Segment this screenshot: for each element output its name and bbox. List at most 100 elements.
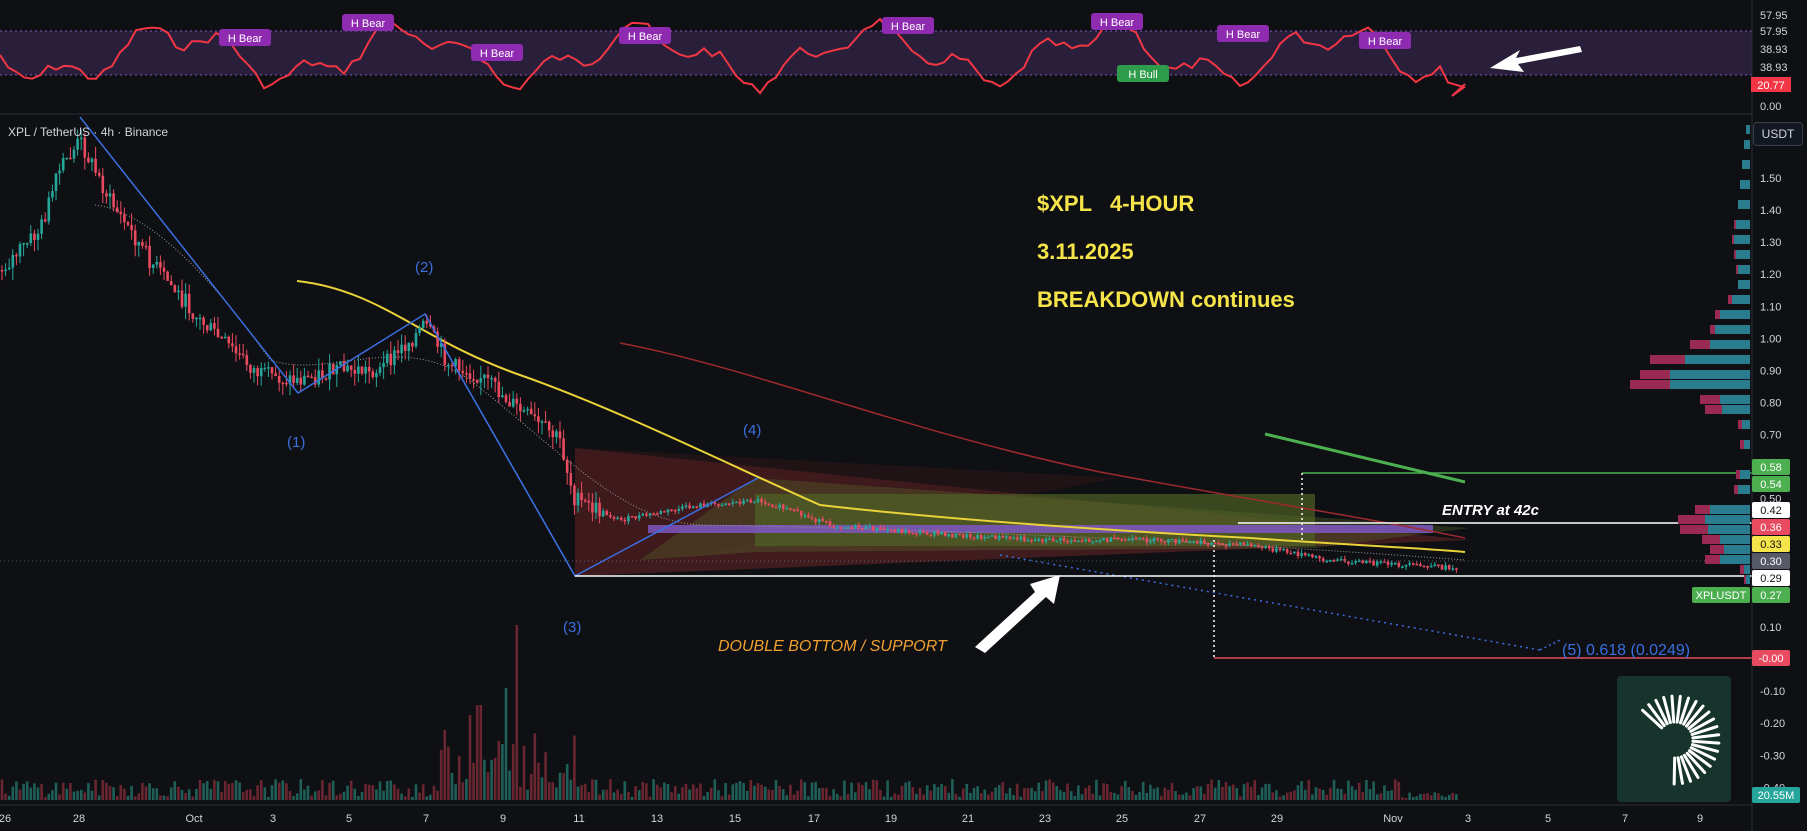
candle-body bbox=[468, 373, 472, 379]
volume-bar bbox=[1091, 793, 1095, 800]
volume-bar bbox=[25, 781, 29, 800]
volume-bar bbox=[479, 705, 483, 800]
volume-bar bbox=[223, 781, 227, 800]
candle-body bbox=[22, 243, 25, 245]
candle-body bbox=[472, 378, 475, 381]
unit-button[interactable]: USDT bbox=[1753, 122, 1803, 146]
candle-body bbox=[1437, 564, 1440, 567]
volume-bar bbox=[191, 796, 195, 800]
volume-bar bbox=[22, 783, 25, 800]
volume-bar bbox=[537, 762, 540, 800]
candle-body bbox=[1375, 561, 1379, 566]
candle-body bbox=[1152, 537, 1156, 542]
candle-body bbox=[972, 537, 976, 539]
volume-bar bbox=[1001, 782, 1005, 800]
volume-bar bbox=[717, 790, 720, 800]
wave-label-1: (1) bbox=[287, 434, 305, 451]
candle-body bbox=[1120, 539, 1123, 541]
candle-body bbox=[40, 219, 43, 234]
candle-body bbox=[688, 505, 691, 509]
candle-body bbox=[803, 515, 807, 517]
volume-bar bbox=[205, 781, 209, 800]
logo-ray bbox=[1691, 733, 1721, 740]
volume-bar bbox=[389, 780, 393, 800]
volume-bar bbox=[947, 792, 951, 800]
volume-bar bbox=[659, 787, 663, 800]
volume-bar bbox=[853, 792, 857, 800]
candle-body bbox=[634, 516, 637, 519]
volume-bar bbox=[360, 791, 364, 800]
volume-bar bbox=[1231, 784, 1235, 800]
rsi-divergence-label: H Bear bbox=[228, 33, 263, 45]
volume-bar bbox=[832, 789, 835, 800]
volume-bar bbox=[393, 784, 396, 800]
volume-bar bbox=[1012, 795, 1015, 800]
volume-bar bbox=[119, 784, 123, 800]
rsi-axis-label: 57.95 bbox=[1760, 26, 1788, 38]
time-axis-label: 3 bbox=[270, 813, 276, 825]
candle-body bbox=[789, 508, 792, 510]
volume-profile-sell bbox=[1640, 370, 1670, 379]
candle-body bbox=[1051, 538, 1055, 542]
candle-body bbox=[151, 264, 155, 268]
volume-bar bbox=[306, 785, 310, 800]
candle-body bbox=[792, 509, 796, 511]
price-axis-label: 1.20 bbox=[1760, 269, 1781, 281]
volume-bar bbox=[328, 782, 331, 800]
candle-body bbox=[839, 527, 843, 529]
candle-body bbox=[18, 244, 22, 257]
candle-body bbox=[249, 364, 252, 373]
volume-profile-buy bbox=[1720, 535, 1750, 544]
candle-body bbox=[97, 172, 101, 176]
candle-body bbox=[51, 191, 54, 198]
volume-bar bbox=[335, 795, 339, 800]
logo-ray bbox=[1670, 694, 1676, 724]
candle-body bbox=[1206, 543, 1210, 546]
candle-body bbox=[393, 350, 396, 366]
volume-bar bbox=[1379, 793, 1383, 800]
volume-profile-buy bbox=[1670, 370, 1750, 379]
volume-bar bbox=[443, 730, 447, 800]
volume-bar bbox=[195, 788, 198, 800]
candle-body bbox=[727, 503, 731, 505]
volume-bar bbox=[1123, 780, 1127, 800]
candle-body bbox=[1426, 566, 1429, 568]
candle-body bbox=[1383, 561, 1386, 563]
volume-bar bbox=[922, 794, 925, 800]
volume-bar bbox=[821, 787, 825, 800]
volume-bar bbox=[929, 790, 933, 800]
volume-bar bbox=[1141, 781, 1145, 800]
candle-body bbox=[1253, 545, 1257, 547]
volume-bar bbox=[1455, 794, 1458, 800]
candle-body bbox=[969, 534, 972, 538]
volume-bar bbox=[234, 780, 238, 800]
volume-bar bbox=[961, 788, 965, 800]
candle-body bbox=[123, 214, 126, 223]
candle-body bbox=[1303, 553, 1307, 556]
candle-body bbox=[1285, 549, 1289, 553]
volume-bar bbox=[1210, 779, 1213, 800]
rsi-panel: H Bear H Bear H Bear H Bear H Bear H Bear H Bu… bbox=[0, 13, 1752, 97]
logo-ray bbox=[1675, 694, 1682, 724]
volume-profile-buy bbox=[1744, 440, 1750, 449]
rsi-axis-label: 57.95 bbox=[1760, 10, 1788, 22]
candle-body bbox=[1098, 540, 1102, 542]
candle-body bbox=[1361, 560, 1365, 564]
volume-bar bbox=[1066, 783, 1069, 800]
volume-bar bbox=[1419, 793, 1422, 800]
candle-body bbox=[1224, 545, 1228, 547]
volume-bar bbox=[324, 795, 328, 800]
rsi-divergence-label: H Bear bbox=[1226, 29, 1261, 41]
candle-body bbox=[1159, 538, 1163, 542]
candle-body bbox=[317, 370, 321, 385]
candle-body bbox=[1372, 560, 1375, 566]
volume-bar bbox=[151, 788, 155, 800]
candle-body bbox=[25, 243, 29, 245]
volume-bar bbox=[1426, 793, 1429, 800]
candle-body bbox=[187, 293, 191, 314]
candle-body bbox=[598, 502, 601, 517]
candle-body bbox=[360, 366, 364, 374]
candle-body bbox=[130, 224, 133, 231]
volume-bar bbox=[472, 762, 475, 800]
volume-bar bbox=[547, 782, 551, 800]
